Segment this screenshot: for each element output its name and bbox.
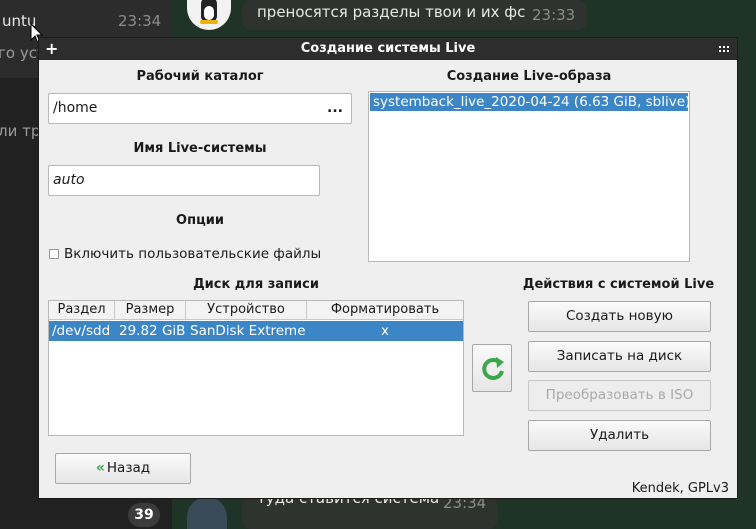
user-avatar (187, 497, 227, 529)
actions-label: Действия с системой Live (522, 277, 715, 292)
refresh-icon (482, 357, 504, 380)
column-header-partition[interactable]: Раздел (49, 301, 115, 319)
message-time: 23:33 (532, 6, 576, 24)
create-new-button[interactable]: Создать новую (528, 301, 711, 332)
unread-badge: 39 (128, 503, 160, 527)
column-header-format[interactable]: Форматировать (307, 301, 463, 319)
include-user-files-option[interactable]: Включить пользовательские файлы (49, 245, 321, 263)
work-dir-label: Рабочий каталог (136, 69, 264, 84)
chat-time: 23:34 (118, 12, 162, 30)
cell-size: 29.82 GiB (119, 323, 186, 339)
dialog-titlebar[interactable]: + Создание системы Live (39, 38, 737, 60)
back-arrow-icon: « (95, 460, 105, 476)
delete-button[interactable]: Удалить (528, 420, 711, 451)
chat-preview: ли тр (0, 122, 41, 140)
cell-partition: /dev/sdd (52, 323, 111, 339)
dialog-title: Создание системы Live (300, 41, 476, 56)
column-header-device[interactable]: Устройство (186, 301, 307, 319)
include-user-files-checkbox[interactable] (49, 249, 59, 259)
table-row[interactable]: /dev/sdd 29.82 GiB SanDisk Extreme x (49, 321, 463, 341)
options-label: Опции (176, 213, 224, 228)
message-text: преносятся разделы твои и их фс (257, 3, 526, 21)
license-footer: Kendek, GPLv3 (631, 481, 729, 496)
refresh-button[interactable] (472, 344, 512, 392)
work-dir-field[interactable]: /home ... (48, 93, 352, 124)
include-user-files-label: Включить пользовательские файлы (64, 246, 322, 262)
table-header: Раздел Размер Устройство Форматировать (49, 301, 463, 320)
window-menu-icon[interactable] (719, 46, 729, 52)
browse-button[interactable]: ... (327, 94, 343, 122)
live-images-label: Создание Live-образа (446, 69, 612, 84)
live-images-list[interactable]: systemback_live_2020-04-24 (6.63 GiB, sb… (368, 91, 690, 262)
write-to-disk-button[interactable]: Записать на диск (528, 341, 711, 372)
live-system-dialog: + Создание системы Live Рабочий каталог … (38, 37, 738, 499)
column-header-size[interactable]: Размер (115, 301, 186, 319)
disk-table[interactable]: Раздел Размер Устройство Форматировать /… (48, 300, 464, 436)
pin-icon[interactable]: + (45, 38, 58, 60)
work-dir-value: /home (53, 100, 98, 116)
cell-device: SanDisk Extreme (190, 323, 306, 339)
back-label: Назад (106, 460, 151, 476)
back-button[interactable]: «Назад (55, 453, 191, 484)
cell-format: x (381, 323, 389, 339)
list-item[interactable]: systemback_live_2020-04-24 (6.63 GiB, sb… (370, 93, 690, 111)
live-name-label: Имя Live-системы (133, 141, 267, 156)
disk-label: Диск для записи (193, 277, 319, 292)
convert-iso-button[interactable]: Преобразовать в ISO (528, 380, 711, 411)
live-name-input[interactable]: auto (48, 165, 320, 196)
